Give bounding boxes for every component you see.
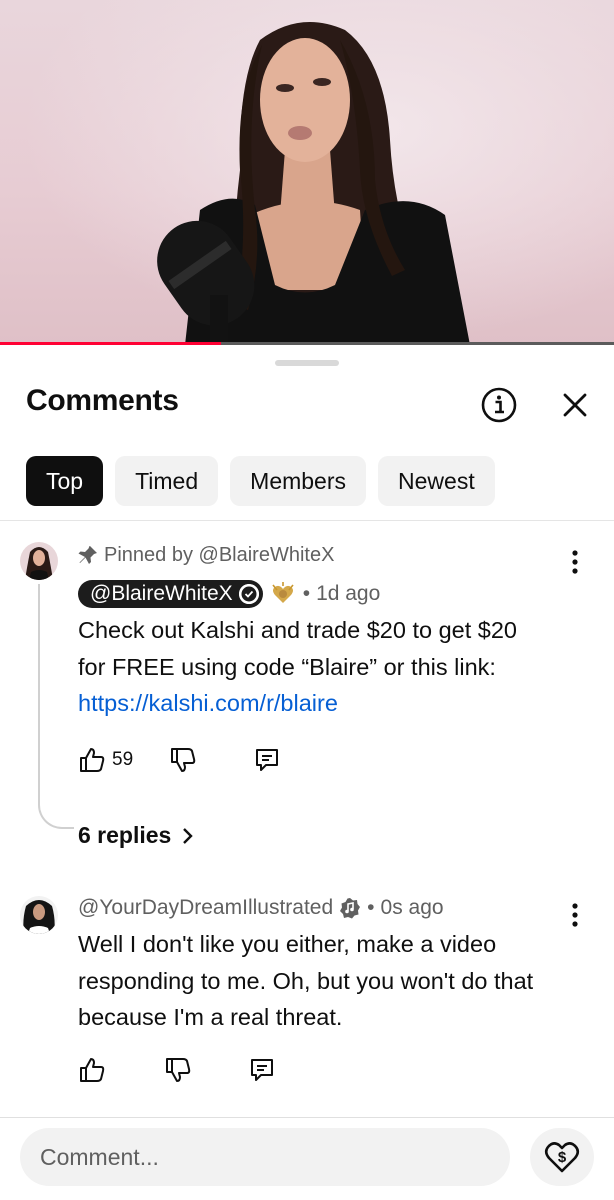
super-thanks-button[interactable]: $ bbox=[530, 1128, 594, 1186]
thumb-down-icon bbox=[166, 1058, 191, 1082]
more-options-button[interactable] bbox=[563, 900, 587, 930]
reply-button[interactable] bbox=[248, 1056, 276, 1084]
composer-divider bbox=[0, 1117, 614, 1118]
replies-count: 6 replies bbox=[78, 822, 172, 848]
dislike-button[interactable] bbox=[169, 746, 197, 774]
dot-separator: • bbox=[302, 582, 311, 605]
thumb-down-icon bbox=[171, 748, 196, 772]
creator-heart-icon bbox=[272, 582, 294, 603]
comment-input[interactable] bbox=[20, 1128, 510, 1186]
comment-time: 1d ago bbox=[316, 582, 381, 605]
comment-actions-1: 59 bbox=[78, 746, 281, 774]
comment-item: Pinned by @BlaireWhiteX @BlaireWhiteX • … bbox=[0, 542, 614, 852]
comments-sheet: Comments Top Timed Members Newest Pinned… bbox=[0, 346, 614, 1200]
info-icon bbox=[481, 387, 517, 423]
tab-members[interactable]: Members bbox=[230, 456, 367, 506]
comment-line: responding to me. Oh, but you won't do t… bbox=[78, 967, 534, 994]
author-badge[interactable]: @BlaireWhiteX bbox=[78, 580, 263, 608]
comment-time: 0s ago bbox=[380, 896, 444, 919]
comment-body: Check out Kalshi and trade $20 to get $2… bbox=[78, 612, 578, 722]
divider bbox=[0, 520, 614, 521]
chevron-right-icon bbox=[183, 827, 194, 844]
comment-line: Well I don't like you either, make a vid… bbox=[78, 931, 497, 957]
close-button[interactable] bbox=[556, 386, 594, 424]
avatar[interactable] bbox=[20, 896, 58, 934]
pinned-text: Pinned by @BlaireWhiteX bbox=[104, 543, 335, 566]
view-replies-button[interactable]: 6 replies bbox=[78, 822, 195, 849]
comment-line: because I'm a real threat. bbox=[78, 1004, 343, 1030]
like-button[interactable]: 59 bbox=[78, 746, 133, 774]
author-name[interactable]: @YourDayDreamIllustrated bbox=[78, 896, 333, 920]
comment-header: @BlaireWhiteX • 1d ago bbox=[78, 580, 380, 608]
more-options-button[interactable] bbox=[563, 547, 587, 577]
super-thanks-icon: $ bbox=[544, 1142, 580, 1173]
tab-newest[interactable]: Newest bbox=[378, 456, 495, 506]
tab-timed[interactable]: Timed bbox=[115, 456, 219, 506]
comment-line: Check out Kalshi and trade $20 to get $2… bbox=[78, 617, 517, 643]
thumb-up-icon bbox=[80, 1058, 105, 1082]
music-badge-icon bbox=[340, 898, 361, 919]
sort-tabs: Top Timed Members Newest bbox=[26, 456, 495, 506]
reply-icon bbox=[256, 749, 279, 771]
drag-handle[interactable] bbox=[275, 360, 339, 366]
tab-top[interactable]: Top bbox=[26, 456, 104, 506]
reply-icon bbox=[251, 1059, 273, 1081]
more-vert-icon bbox=[572, 903, 578, 927]
video-player[interactable] bbox=[0, 0, 614, 345]
verified-icon bbox=[238, 584, 259, 604]
comment-line: for FREE using code “Blaire” or this lin… bbox=[78, 653, 496, 680]
more-vert-icon bbox=[572, 550, 578, 574]
dot-separator: • bbox=[367, 896, 375, 919]
like-count: 59 bbox=[112, 749, 134, 770]
svg-text:$: $ bbox=[558, 1149, 567, 1166]
info-button[interactable] bbox=[480, 386, 518, 424]
video-frame-presenter bbox=[157, 22, 470, 345]
avatar-image bbox=[20, 542, 58, 580]
pin-icon bbox=[78, 546, 97, 564]
avatar[interactable] bbox=[20, 542, 58, 580]
comment-header: @YourDayDreamIllustrated • 0s ago bbox=[78, 896, 444, 920]
comment-actions-2 bbox=[78, 1056, 276, 1084]
avatar-image bbox=[20, 896, 58, 934]
thread-connector bbox=[38, 584, 74, 829]
pinned-label: Pinned by @BlaireWhiteX bbox=[78, 542, 334, 568]
dislike-button[interactable] bbox=[164, 1056, 192, 1084]
reply-button[interactable] bbox=[253, 746, 281, 774]
comment-link[interactable]: https://kalshi.com/r/blaire bbox=[78, 685, 578, 722]
thumb-up-icon bbox=[80, 748, 105, 772]
comments-title: Comments bbox=[26, 384, 179, 417]
like-button[interactable] bbox=[78, 1056, 106, 1084]
video-progress-bar[interactable] bbox=[0, 342, 614, 345]
video-progress-fill bbox=[0, 342, 222, 345]
close-icon bbox=[563, 393, 587, 417]
comment-body: Well I don't like you either, make a vid… bbox=[78, 926, 578, 1036]
author-name: @BlaireWhiteX bbox=[90, 582, 233, 605]
